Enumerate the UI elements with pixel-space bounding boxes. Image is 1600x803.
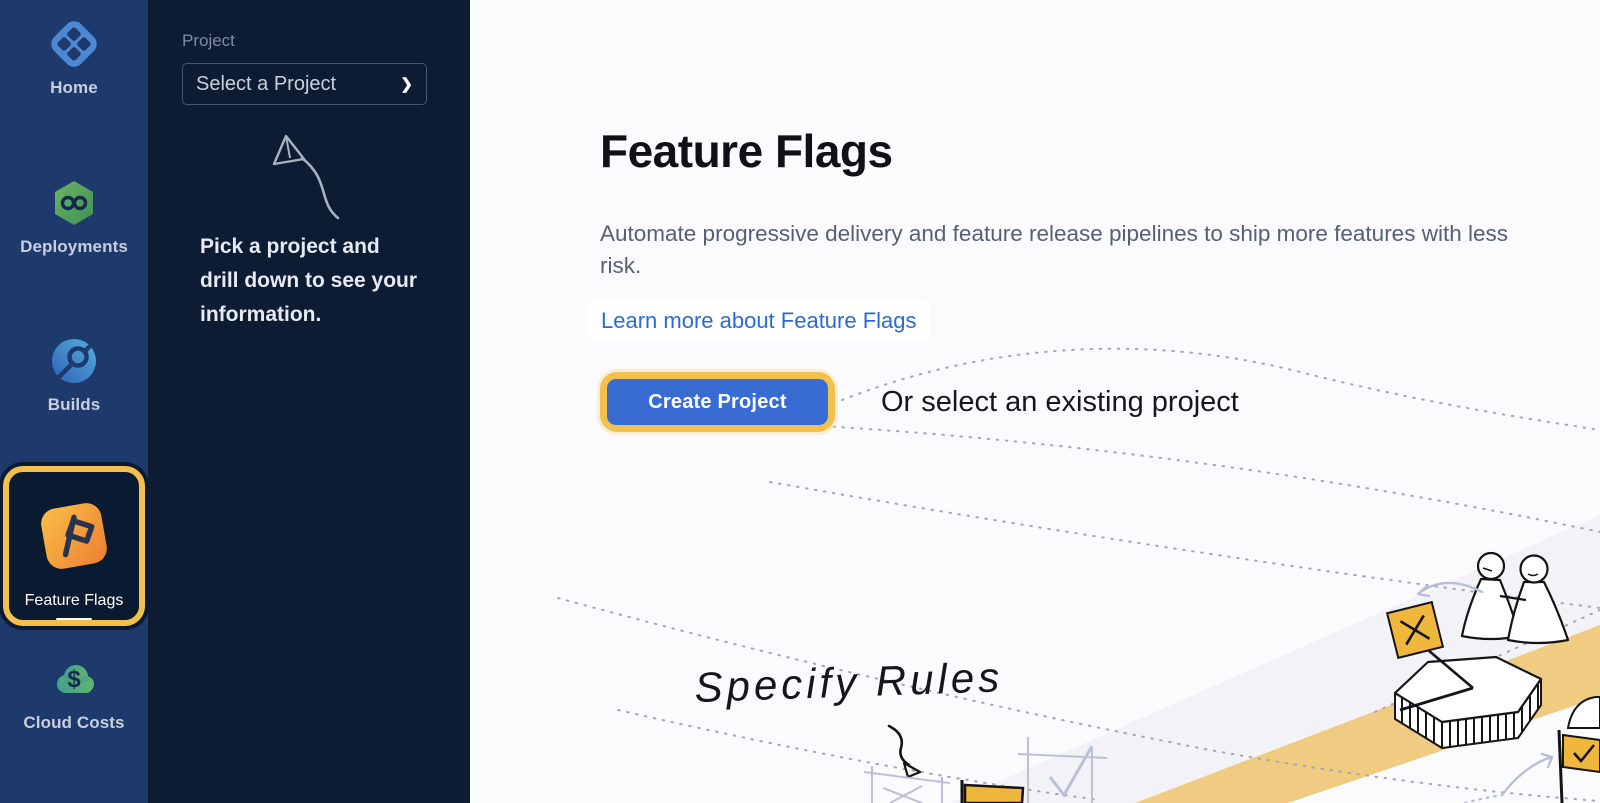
sidebar-item-builds[interactable]: Builds	[0, 335, 148, 415]
deployments-icon	[48, 177, 100, 229]
sidebar-item-home[interactable]: Home	[0, 18, 148, 98]
main-content: Specify Rules	[470, 0, 1600, 803]
learn-more-link[interactable]: Learn more about Feature Flags	[601, 308, 917, 333]
sidebar-item-feature-flags[interactable]: Feature Flags	[3, 466, 145, 626]
sidebar-item-label: Feature Flags	[25, 592, 124, 610]
project-hint-text: Pick a project and drill down to see you…	[200, 230, 418, 332]
home-icon	[48, 18, 100, 70]
create-project-highlight-ring: Create Project	[600, 372, 835, 432]
builds-icon	[48, 335, 100, 387]
or-select-existing-text: Or select an existing project	[881, 386, 1239, 419]
page-description: Automate progressive delivery and featur…	[600, 218, 1550, 282]
doodle-arrow-icon	[238, 122, 358, 242]
app-root: Home Deployments	[0, 0, 1600, 803]
project-selector[interactable]: Select a Project ❯	[182, 63, 427, 105]
create-project-button[interactable]: Create Project	[607, 379, 828, 425]
selected-indicator	[56, 618, 92, 620]
sidebar-item-deployments[interactable]: Deployments	[0, 177, 148, 257]
sidebar-item-cloud-costs[interactable]: $ Cloud Costs	[0, 653, 148, 733]
primary-sidebar: Home Deployments	[0, 0, 148, 803]
project-label: Project	[182, 31, 235, 51]
cta-row: Create Project Or select an existing pro…	[600, 372, 1239, 432]
check-flag-icon	[1559, 697, 1600, 803]
x-flag-icon	[1387, 602, 1443, 658]
cloud-costs-icon: $	[48, 653, 100, 705]
sidebar-item-label: Home	[50, 78, 98, 98]
sidebar-item-label: Builds	[48, 395, 101, 415]
feature-flags-icon	[30, 492, 118, 580]
sidebar-item-label: Cloud Costs	[23, 713, 124, 733]
dollar-glyph: $	[67, 666, 81, 693]
project-panel: Project Select a Project ❯ Pick a projec…	[148, 0, 470, 803]
project-selector-value: Select a Project	[196, 73, 336, 96]
learn-more-chip: Learn more about Feature Flags	[588, 301, 930, 341]
chevron-right-icon: ❯	[400, 75, 413, 93]
sidebar-item-label: Deployments	[20, 237, 128, 257]
page-title: Feature Flags	[600, 124, 893, 178]
specify-rules-annotation: Specify Rules	[694, 653, 1004, 711]
